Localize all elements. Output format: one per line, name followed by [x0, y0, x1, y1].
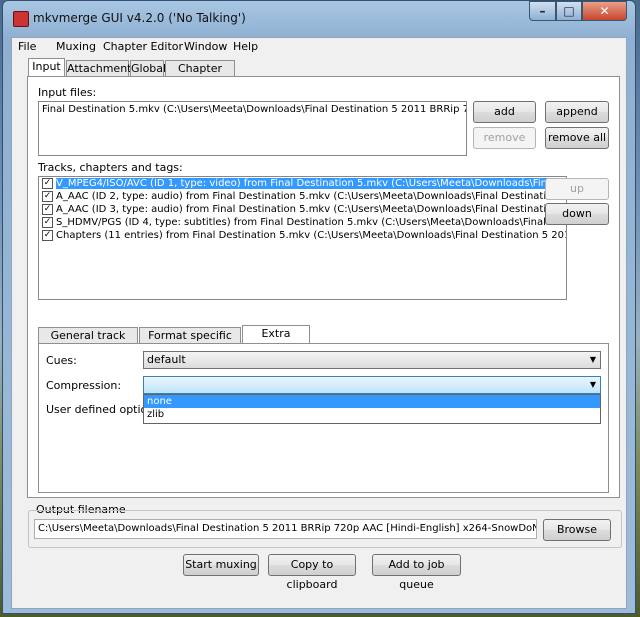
remove-button[interactable]: remove [473, 127, 536, 149]
window-title: mkvmerge GUI v4.2.0 ('No Talking') [33, 11, 246, 25]
track-checkbox[interactable]: ✓ [42, 230, 53, 241]
option-zlib[interactable]: zlib [144, 408, 600, 421]
compression-label: Compression: [46, 379, 122, 392]
remove-all-button[interactable]: remove all [545, 127, 609, 149]
tab-extra-options[interactable]: Extra options [242, 325, 310, 356]
close-button[interactable]: ✕ [582, 1, 627, 21]
tracks-list[interactable]: ✓ V_MPEG4/ISO/AVC (ID 1, type: video) fro… [38, 176, 567, 300]
track-row[interactable]: ✓ A_AAC (ID 3, type: audio) from Final De… [39, 203, 566, 216]
menu-window[interactable]: Window [184, 40, 227, 53]
title-bar[interactable]: mkvmerge GUI v4.2.0 ('No Talking') – □ ✕ [3, 1, 635, 35]
menu-bar: File Muxing Chapter Editor Window Help [12, 38, 626, 56]
maximize-button[interactable]: □ [556, 1, 582, 21]
chevron-down-icon: ▼ [589, 380, 596, 389]
extra-options-panel: Cues: default ▼ Compression: ▼ User defi… [38, 343, 609, 493]
minimize-button[interactable]: – [529, 1, 556, 21]
compression-select[interactable]: ▼ [143, 376, 601, 394]
track-checkbox[interactable]: ✓ [42, 191, 53, 202]
tab-attachments[interactable]: Attachments [66, 60, 137, 77]
output-filename-input[interactable]: C:\Users\Meeta\Downloads\Final Destinati… [34, 519, 537, 539]
application-window: mkvmerge GUI v4.2.0 ('No Talking') – □ ✕… [2, 0, 636, 614]
down-button[interactable]: down [545, 203, 609, 225]
browse-button[interactable]: Browse [543, 519, 611, 541]
track-row[interactable]: ✓ A_AAC (ID 2, type: audio) from Final De… [39, 190, 566, 203]
start-muxing-button[interactable]: Start muxing [183, 554, 259, 576]
track-checkbox[interactable]: ✓ [42, 217, 53, 228]
cues-label: Cues: [46, 354, 77, 367]
input-tab-panel: Input files: Final Destination 5.mkv (C:… [27, 76, 620, 498]
menu-file[interactable]: File [18, 40, 36, 53]
compression-dropdown-list[interactable]: none zlib [143, 394, 601, 424]
add-button[interactable]: add [473, 101, 536, 123]
tab-global[interactable]: Global [130, 60, 166, 77]
app-icon[interactable] [13, 11, 29, 27]
option-none[interactable]: none [144, 395, 600, 408]
menu-muxing[interactable]: Muxing [56, 40, 96, 53]
menu-help[interactable]: Help [233, 40, 258, 53]
tab-general-track-options[interactable]: General track options [38, 327, 138, 358]
tab-chapter-editor[interactable]: Chapter Editor [165, 60, 235, 91]
client-area: File Muxing Chapter Editor Window Help I… [11, 37, 627, 609]
track-checkbox[interactable]: ✓ [42, 178, 53, 189]
menu-chapter-editor[interactable]: Chapter Editor [103, 40, 183, 53]
tab-format-specific-options[interactable]: Format specific options [139, 327, 241, 358]
chevron-down-icon: ▼ [589, 355, 596, 364]
add-to-job-queue-button[interactable]: Add to job queue [372, 554, 461, 591]
input-files-list[interactable]: Final Destination 5.mkv (C:\Users\Meeta\… [38, 101, 467, 156]
track-row[interactable]: ✓ S_HDMV/PGS (ID 4, type: subtitles) from… [39, 216, 566, 229]
tab-input[interactable]: Input [28, 58, 65, 77]
copy-to-clipboard-button[interactable]: Copy to clipboard [268, 554, 356, 591]
track-checkbox[interactable]: ✓ [42, 204, 53, 215]
tracks-label: Tracks, chapters and tags: [38, 161, 183, 174]
track-row[interactable]: ✓ V_MPEG4/ISO/AVC (ID 1, type: video) fro… [39, 177, 566, 190]
append-button[interactable]: append [545, 101, 609, 123]
input-file-item[interactable]: Final Destination 5.mkv (C:\Users\Meeta\… [39, 102, 466, 117]
cues-select[interactable]: default ▼ [143, 351, 601, 369]
up-button[interactable]: up [545, 178, 609, 200]
input-files-label: Input files: [38, 86, 97, 99]
track-row[interactable]: ✓ Chapters (11 entries) from Final Destin… [39, 229, 566, 242]
cues-value: default [147, 353, 186, 366]
